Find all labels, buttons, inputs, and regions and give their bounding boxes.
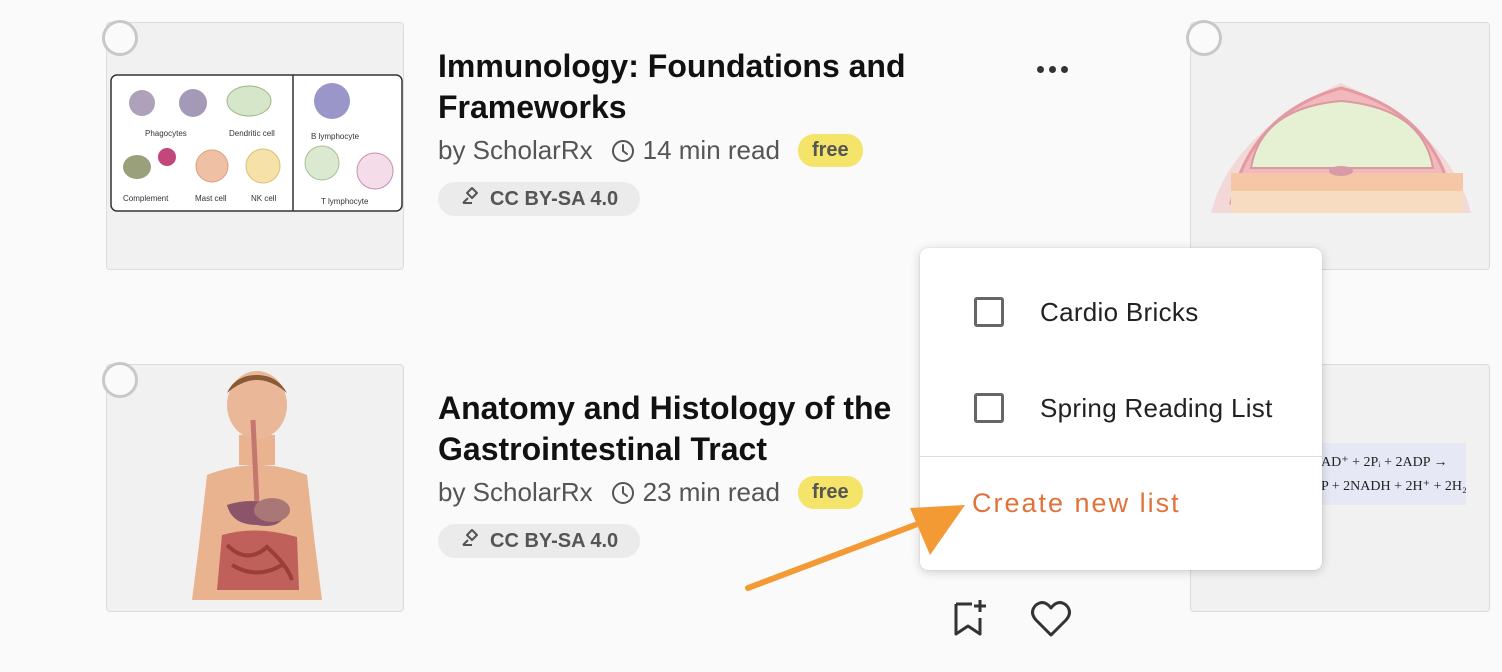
checkbox-unchecked[interactable] bbox=[974, 393, 1004, 423]
article-title-line: Anatomy and Histology of the bbox=[438, 390, 892, 426]
more-horizontal-icon[interactable] bbox=[1031, 60, 1074, 79]
article-meta: by ScholarRx 14 min read free bbox=[438, 134, 863, 167]
clock-icon bbox=[611, 139, 635, 163]
heart-icon[interactable] bbox=[1030, 600, 1072, 643]
embryo-illustration bbox=[1211, 83, 1471, 213]
article-thumbnail-embryo[interactable] bbox=[1190, 22, 1490, 270]
article-meta: by ScholarRx 23 min read free bbox=[438, 476, 863, 509]
license-label: CC BY-SA 4.0 bbox=[490, 529, 619, 552]
read-time: 23 min read bbox=[642, 477, 780, 507]
article-title-line: Immunology: Foundations and bbox=[438, 48, 906, 84]
equation-line: P + 2NADH + 2H⁺ + 2H₂O bbox=[1321, 479, 1466, 494]
equation-line: AD⁺ + 2Pᵢ + 2ADP → bbox=[1321, 455, 1448, 470]
list-option-label: Cardio Bricks bbox=[1040, 296, 1199, 327]
save-to-list-menu: Cardio Bricks Spring Reading List Create… bbox=[920, 248, 1322, 570]
thumb-label: Phagocytes bbox=[145, 129, 187, 138]
free-badge: free bbox=[797, 476, 863, 509]
article-title[interactable]: Anatomy and Histology of the Gastrointes… bbox=[438, 388, 891, 470]
license-label: CC BY-SA 4.0 bbox=[490, 187, 619, 210]
select-article-checkbox[interactable] bbox=[1186, 20, 1222, 56]
bookmark-add-icon[interactable] bbox=[950, 598, 990, 643]
equation-panel: AD⁺ + 2Pᵢ + 2ADP → P + 2NADH + 2H⁺ + 2H₂… bbox=[1311, 443, 1466, 505]
thumb-label: Mast cell bbox=[195, 194, 227, 203]
article-thumbnail-immunology[interactable]: Phagocytes Dendritic cell B lymphocyte C… bbox=[106, 22, 404, 270]
checkbox-unchecked[interactable] bbox=[974, 297, 1004, 327]
free-badge: free bbox=[797, 134, 863, 167]
clock-icon bbox=[611, 481, 635, 505]
read-time: 14 min read bbox=[642, 135, 780, 165]
select-article-checkbox[interactable] bbox=[102, 20, 138, 56]
immunology-illustration: Phagocytes Dendritic cell B lymphocyte C… bbox=[110, 74, 403, 212]
list-option-spring-reading-list[interactable]: Spring Reading List bbox=[920, 376, 1322, 440]
article-title-line: Gastrointestinal Tract bbox=[438, 431, 767, 467]
thumb-label: NK cell bbox=[251, 194, 277, 203]
article-title-line: Frameworks bbox=[438, 89, 627, 125]
gavel-icon bbox=[460, 186, 480, 212]
list-option-label: Spring Reading List bbox=[1040, 392, 1273, 423]
gastrointestinal-illustration bbox=[192, 371, 322, 600]
thumb-label: T lymphocyte bbox=[321, 197, 369, 206]
article-title[interactable]: Immunology: Foundations and Frameworks bbox=[438, 46, 906, 128]
thumb-label: B lymphocyte bbox=[311, 132, 360, 141]
list-option-cardio-bricks[interactable]: Cardio Bricks bbox=[920, 280, 1322, 344]
menu-divider bbox=[920, 456, 1322, 457]
author-link[interactable]: by ScholarRx bbox=[438, 135, 593, 166]
article-thumbnail-gastrointestinal[interactable] bbox=[106, 364, 404, 612]
gavel-icon bbox=[460, 528, 480, 554]
license-chip[interactable]: CC BY-SA 4.0 bbox=[438, 524, 641, 558]
license-chip[interactable]: CC BY-SA 4.0 bbox=[438, 182, 641, 216]
thumb-label: Complement bbox=[123, 194, 169, 203]
thumb-label: Dendritic cell bbox=[229, 129, 275, 138]
create-new-list-button[interactable]: Create new list bbox=[972, 488, 1181, 519]
author-link[interactable]: by ScholarRx bbox=[438, 477, 593, 508]
select-article-checkbox[interactable] bbox=[102, 362, 138, 398]
